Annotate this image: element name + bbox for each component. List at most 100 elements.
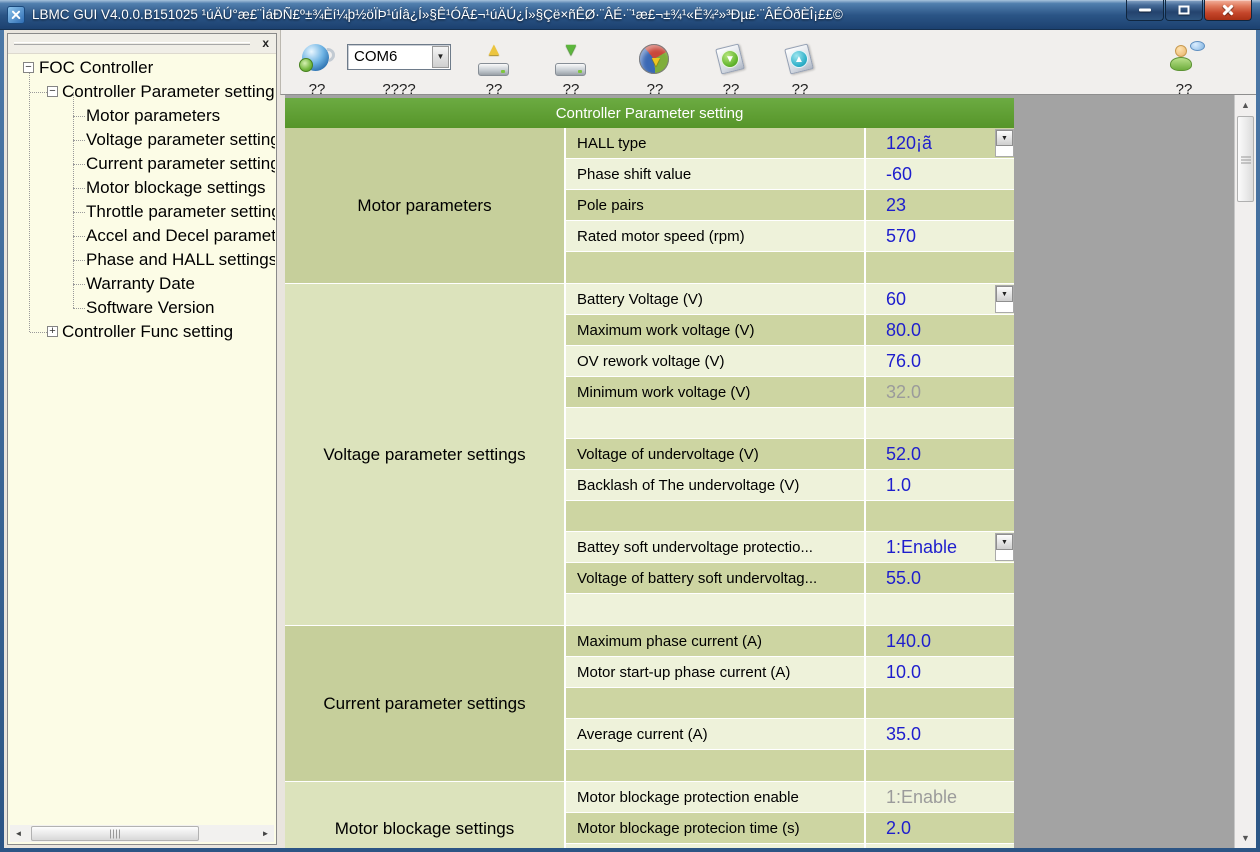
- empty-row: [566, 594, 1014, 625]
- toolbar-item-label: ??: [637, 82, 673, 95]
- param-label: Battery Voltage (V): [566, 284, 866, 314]
- tree-item-throttle-parameter-settings[interactable]: Throttle parameter settings: [9, 200, 275, 224]
- scroll-right-icon[interactable]: ►: [257, 825, 274, 842]
- param-row: Voltage of undervoltage (V)52.0: [566, 439, 1014, 470]
- param-row: HALL type120¡ã▼: [566, 128, 1014, 159]
- content-area: Controller Parameter setting Motor param…: [285, 95, 1256, 848]
- toolbar: ??COM6▼????▲??▼??▼??▼??▲????: [280, 30, 1256, 95]
- user-info-button[interactable]: ??: [1166, 30, 1202, 95]
- param-value[interactable]: 2.0: [866, 813, 1014, 843]
- scroll-down-icon[interactable]: ▼: [1235, 833, 1256, 843]
- color-wheel-button[interactable]: ▼??: [637, 30, 673, 95]
- color-wheel-icon: ▼: [637, 43, 673, 79]
- group-name-label: Current parameter settings: [323, 694, 525, 714]
- param-value[interactable]: 80.0: [866, 315, 1014, 345]
- dropdown-icon[interactable]: ▼: [996, 286, 1013, 302]
- tree-item-software-version[interactable]: Software Version: [9, 296, 275, 320]
- tree-item-foc-controller[interactable]: −FOC Controller: [9, 56, 275, 80]
- param-value[interactable]: 76.0: [866, 346, 1014, 376]
- dropdown-icon[interactable]: ▼: [996, 130, 1013, 146]
- param-value[interactable]: 120¡ã▼: [866, 128, 1014, 158]
- param-value[interactable]: 1:Enable▼: [866, 532, 1014, 562]
- tree-item-current-parameter-settings[interactable]: Current parameter settings: [9, 152, 275, 176]
- close-button[interactable]: [1204, 0, 1252, 21]
- thumb-grip-icon: [110, 829, 120, 838]
- empty-row: [566, 688, 1014, 719]
- param-value-text: 23: [886, 195, 906, 216]
- param-value-text: 32.0: [886, 382, 921, 403]
- param-label: Voltage of undervoltage (V): [566, 439, 866, 469]
- app-window: LBMC GUI V4.0.0.B151025 ¹úÄÚ°æ£¨ÌáÐÑ£º±¾…: [0, 0, 1260, 852]
- param-row: Battery Voltage (V)60▼: [566, 284, 1014, 315]
- content-vertical-scrollbar[interactable]: ▲ ▼: [1234, 95, 1256, 848]
- param-row: Backlash of The undervoltage (V)1.0: [566, 470, 1014, 501]
- param-row: Maximum work voltage (V)80.0: [566, 315, 1014, 346]
- maximize-button[interactable]: [1165, 0, 1203, 21]
- tree-item-label: Warranty Date: [86, 274, 195, 294]
- param-value: [866, 844, 1014, 848]
- minimize-button[interactable]: [1126, 0, 1164, 21]
- param-label: Average current (A): [566, 719, 866, 749]
- param-value[interactable]: 55.0: [866, 563, 1014, 593]
- toolbar-item-label: ??: [553, 82, 589, 95]
- empty-row: [566, 408, 1014, 439]
- param-value-text: 10.0: [886, 662, 921, 683]
- param-value[interactable]: 570: [866, 221, 1014, 251]
- tree-item-accel-and-decel-parameters[interactable]: Accel and Decel parameters: [9, 224, 275, 248]
- tree-item-warranty-date[interactable]: Warranty Date: [9, 272, 275, 296]
- value-dropdown[interactable]: ▼: [995, 533, 1014, 561]
- param-label: [566, 688, 866, 718]
- up-arrow-icon: ▲: [485, 40, 503, 58]
- tree-panel: x −FOC Controller−Controller Parameter s…: [7, 33, 277, 845]
- panel-grip[interactable]: [14, 42, 250, 45]
- tree-item-phase-and-hall-settings[interactable]: Phase and HALL settings: [9, 248, 275, 272]
- param-value[interactable]: 52.0: [866, 439, 1014, 469]
- scroll-track[interactable]: [27, 825, 257, 842]
- tree-item-controller-func-setting[interactable]: + Controller Func setting: [9, 320, 275, 344]
- maximize-icon: [1179, 6, 1190, 15]
- param-value: [866, 501, 1014, 531]
- collapse-icon[interactable]: −: [23, 62, 34, 73]
- param-value-text: 55.0: [886, 568, 921, 589]
- param-value: 32.0: [866, 377, 1014, 407]
- empty-row: [566, 750, 1014, 781]
- connect-button[interactable]: ??: [299, 30, 335, 95]
- param-value[interactable]: -60: [866, 159, 1014, 189]
- param-value[interactable]: 23: [866, 190, 1014, 220]
- param-label: Maximum work voltage (V): [566, 315, 866, 345]
- tree-item-motor-blockage-settings[interactable]: Motor blockage settings: [9, 176, 275, 200]
- panel-close-button[interactable]: x: [262, 36, 269, 50]
- value-dropdown[interactable]: ▼: [995, 129, 1014, 157]
- tree-item-motor-parameters[interactable]: Motor parameters: [9, 104, 275, 128]
- com-port-combobox[interactable]: COM6▼: [347, 44, 451, 70]
- param-value[interactable]: 35.0: [866, 719, 1014, 749]
- param-value[interactable]: 140.0: [866, 626, 1014, 656]
- dropdown-icon[interactable]: ▼: [432, 46, 449, 68]
- scroll-thumb[interactable]: [1237, 116, 1254, 202]
- com-port-select[interactable]: COM6▼????: [347, 30, 451, 95]
- param-value[interactable]: 10.0: [866, 657, 1014, 687]
- scroll-thumb[interactable]: [31, 826, 199, 841]
- tree-item-controller-parameter-setting[interactable]: −Controller Parameter setting: [9, 80, 275, 104]
- param-value: [866, 688, 1014, 718]
- caption-buttons: [1125, 0, 1252, 21]
- read-params-button[interactable]: ▲??: [476, 30, 512, 95]
- export-file-button[interactable]: ▲??: [782, 30, 818, 95]
- tree-item-voltage-parameter-settings[interactable]: Voltage parameter settings: [9, 128, 275, 152]
- tree-item-label: Motor blockage settings: [86, 178, 266, 198]
- scroll-left-icon[interactable]: ◄: [10, 825, 27, 842]
- write-params-button[interactable]: ▼??: [553, 30, 589, 95]
- dropdown-icon[interactable]: ▼: [996, 534, 1013, 550]
- collapse-icon[interactable]: −: [47, 86, 58, 97]
- param-label: Battey soft undervoltage protectio...: [566, 532, 866, 562]
- param-value[interactable]: 60▼: [866, 284, 1014, 314]
- scroll-up-icon[interactable]: ▲: [1235, 100, 1256, 110]
- tree-horizontal-scrollbar[interactable]: ◄ ►: [10, 825, 274, 842]
- expand-icon[interactable]: +: [47, 326, 58, 337]
- import-file-button[interactable]: ▼??: [713, 30, 749, 95]
- file-download-icon: ▼: [713, 43, 749, 79]
- value-dropdown[interactable]: ▼: [995, 285, 1014, 313]
- tree-item-label: Controller Func setting: [62, 322, 233, 342]
- param-value[interactable]: 1.0: [866, 470, 1014, 500]
- table-groups: Motor parametersHALL type120¡ã▼Phase shi…: [285, 128, 1014, 848]
